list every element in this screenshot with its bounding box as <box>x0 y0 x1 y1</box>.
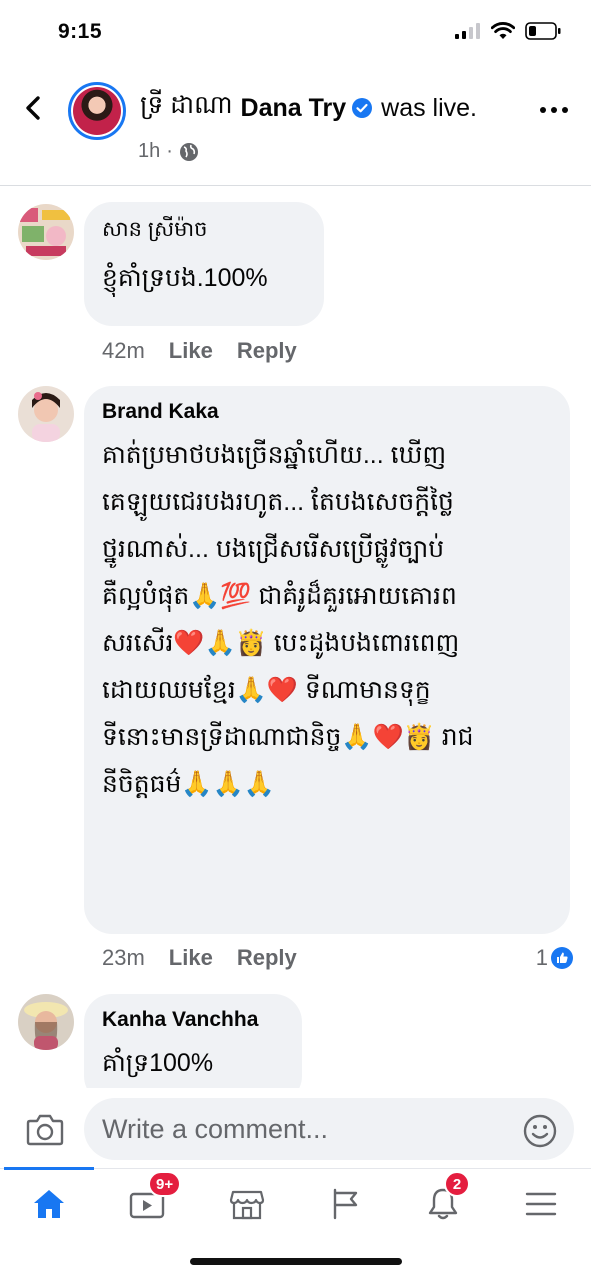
status-bar: 9:15 <box>0 0 591 66</box>
meta-separator: · <box>166 140 173 162</box>
wifi-icon <box>491 22 515 39</box>
like-button[interactable]: Like <box>169 945 213 971</box>
comment-line: ថ្នូរណាស់... បងជ្រើសរើសប្រើផ្លូវច្បាប់ <box>102 535 445 563</box>
cellular-signal-icon <box>455 23 480 39</box>
marketplace-icon <box>229 1190 265 1220</box>
comment-bubble[interactable]: Brand Kaka គាត់ប្រមាថបងច្រើនឆ្នាំហើយ... … <box>84 386 570 934</box>
camera-icon[interactable] <box>26 1112 64 1146</box>
comment-author[interactable]: Brand Kaka <box>102 400 552 424</box>
comment-actions: 42m Like Reply <box>102 338 297 364</box>
comment-line: ទីនោះមានទ្រីដាណាជានិច្ច🙏❤️👸 រាជ <box>102 723 474 751</box>
notifications-badge: 2 <box>444 1171 470 1197</box>
globe-icon <box>179 142 198 161</box>
comment-time: 23m <box>102 945 145 970</box>
comment-time: 42m <box>102 338 145 363</box>
verified-badge-icon <box>352 98 373 118</box>
commenter-avatar[interactable] <box>18 204 74 260</box>
watch-badge: 9+ <box>148 1171 182 1197</box>
author-avatar[interactable] <box>68 82 126 140</box>
comment-text: គាត់ប្រមាថបងច្រើនឆ្នាំហើយ... ឃើញ គេឡូយជេ… <box>102 432 552 808</box>
commenter-avatar[interactable] <box>18 994 74 1050</box>
tab-home[interactable] <box>20 1179 78 1229</box>
reaction-count: 1 <box>535 945 548 970</box>
comment-reactions[interactable]: 1 <box>536 945 573 971</box>
comment-actions: 23m Like Reply <box>102 945 297 971</box>
like-button[interactable]: Like <box>169 338 213 364</box>
battery-icon <box>525 22 561 40</box>
comment-composer <box>0 1088 591 1168</box>
post-meta: 1h · <box>138 140 199 163</box>
comment-author[interactable]: Kanha Vanchha <box>102 1008 284 1032</box>
post-time[interactable]: 1h <box>138 140 160 163</box>
comment-input[interactable] <box>84 1098 574 1160</box>
comment-text: គាំទ្រ100% <box>102 1049 214 1077</box>
post-title: ទ្រី ដាណា Dana Try was live. <box>140 90 477 126</box>
menu-icon <box>525 1192 557 1216</box>
author-name[interactable]: Dana Try <box>241 94 347 123</box>
status-time: 9:15 <box>58 20 103 43</box>
bottom-tab-bar: 9+ 2 <box>0 1167 591 1238</box>
comment-line: គាត់ប្រមាថបងច្រើនឆ្នាំហើយ... ឃើញ <box>102 441 447 469</box>
author-khmer-name[interactable]: ទ្រី ដាណា <box>140 90 233 126</box>
home-icon <box>34 1190 64 1218</box>
tab-pages[interactable] <box>316 1179 374 1229</box>
comment-line: គឺល្អបំផុត🙏💯 ជាគំរូដ៏គួរអោយគោរព <box>102 582 457 610</box>
more-options-icon[interactable] <box>537 100 571 120</box>
status-icons <box>455 22 561 40</box>
tab-menu[interactable] <box>512 1179 570 1229</box>
flag-icon <box>333 1188 358 1220</box>
comment-bubble[interactable]: សាន ស្រីម៉ាច ខ្ញុំគាំទ្របង.100% <box>84 202 324 326</box>
post-action-text: was live. <box>381 93 478 122</box>
post-header: ទ្រី ដាណា Dana Try was live. 1h · <box>0 66 591 186</box>
like-reaction-icon <box>551 947 573 969</box>
tab-notifications[interactable]: 2 <box>414 1171 472 1229</box>
active-tab-indicator <box>4 1167 94 1170</box>
comment-text: ខ្ញុំគាំទ្របង.100% <box>102 264 268 292</box>
tab-marketplace[interactable] <box>218 1179 276 1229</box>
comment-line: ដោយឈមខ្មែរ🙏❤️ ទីណាមានទុក្ខ <box>102 676 431 704</box>
comment-line: នីចិត្តធម៌🙏🙏🙏 <box>102 770 275 798</box>
back-arrow-icon[interactable] <box>18 92 50 124</box>
emoji-icon[interactable] <box>523 1114 557 1148</box>
comment-bubble[interactable]: Kanha Vanchha គាំទ្រ100% <box>84 994 302 1088</box>
commenter-avatar[interactable] <box>18 386 74 442</box>
comment-list[interactable]: សាន ស្រីម៉ាច ខ្ញុំគាំទ្របង.100% 42m Like… <box>0 188 591 1088</box>
reply-button[interactable]: Reply <box>237 338 297 364</box>
home-indicator <box>190 1258 402 1265</box>
reply-button[interactable]: Reply <box>237 945 297 971</box>
comment-line: សរសើរ❤️🙏👸 បេះដូងបងពោរពេញ <box>102 629 460 657</box>
comment-author[interactable]: សាន ស្រីម៉ាច <box>102 216 306 247</box>
tab-watch[interactable]: 9+ <box>118 1171 182 1229</box>
comment-line: គេឡូយជេរបងរហូត... តែបងសេចក្ដីថ្លៃ <box>102 488 454 516</box>
